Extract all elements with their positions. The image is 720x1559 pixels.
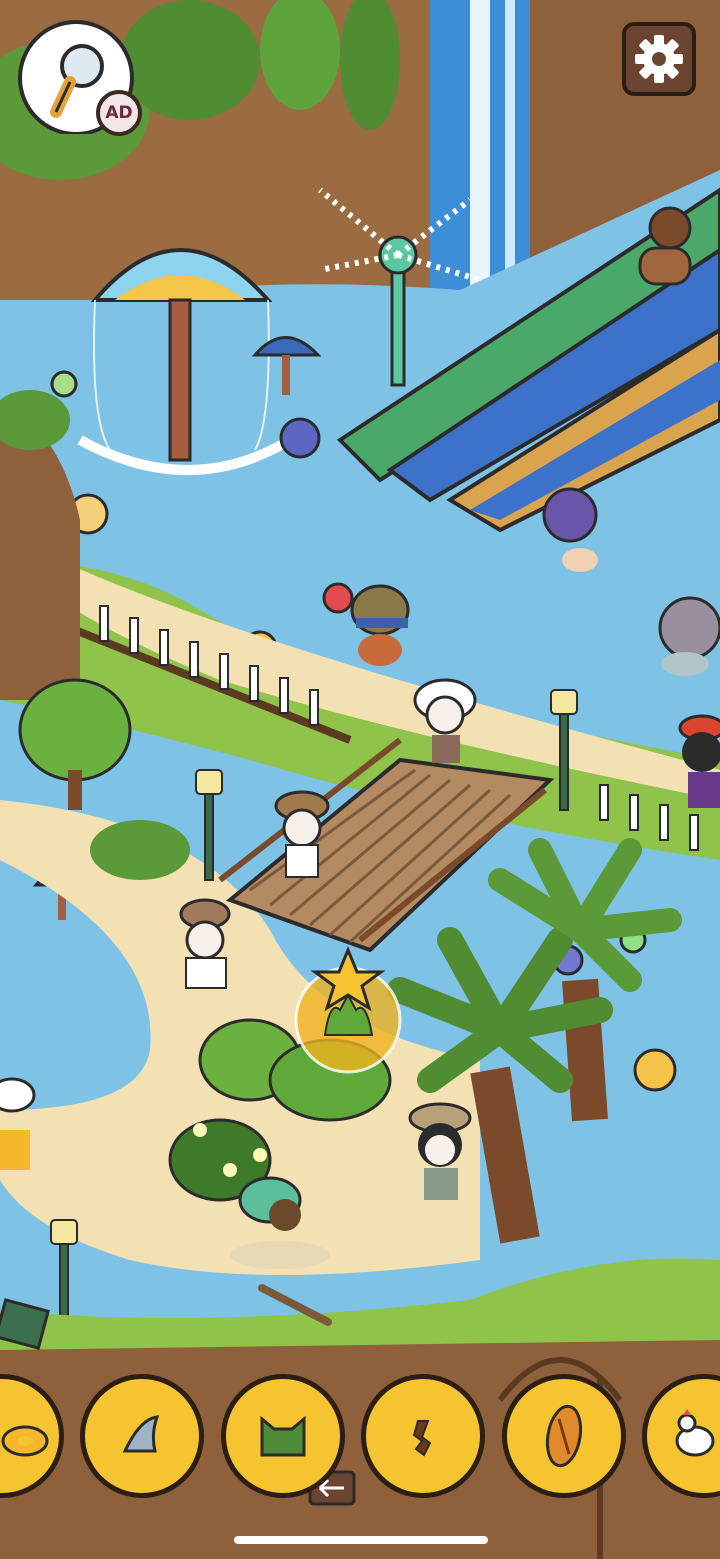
- tree-left: [18, 678, 132, 810]
- tray-slot-cat-bush[interactable]: [221, 1374, 345, 1498]
- swim-ring-icon: [1, 1425, 49, 1457]
- hint-button[interactable]: AD: [14, 16, 142, 136]
- tray-slot-swim-ring[interactable]: [0, 1374, 64, 1498]
- hook-icon: [412, 1420, 432, 1457]
- tray-slot-rooster[interactable]: [642, 1374, 720, 1498]
- gear-icon: [635, 35, 683, 83]
- tray-slot-hook[interactable]: [361, 1374, 485, 1498]
- settings-button[interactable]: [622, 22, 696, 96]
- wooden-bridge: [218, 737, 555, 953]
- hidden-object-scene[interactable]: [0, 0, 720, 1559]
- home-indicator[interactable]: [234, 1536, 488, 1544]
- shark-fin-icon: [122, 1415, 160, 1453]
- rooster-icon: [675, 1409, 715, 1457]
- surfboard-icon: [545, 1404, 583, 1468]
- found-highlight: [294, 946, 402, 1074]
- signboard: [0, 1298, 51, 1350]
- boy-sitting: [179, 898, 231, 989]
- ad-badge: AD: [96, 90, 142, 136]
- tray-slot-surfboard[interactable]: [502, 1374, 626, 1498]
- swimmer-grey-hair: [658, 596, 720, 676]
- cat-bush-icon: [260, 1415, 306, 1457]
- swimmer-headband: [350, 584, 410, 666]
- item-tray: [0, 1360, 720, 1510]
- tray-slot-shark-fin[interactable]: [80, 1374, 204, 1498]
- game-stage: AD: [0, 0, 720, 1559]
